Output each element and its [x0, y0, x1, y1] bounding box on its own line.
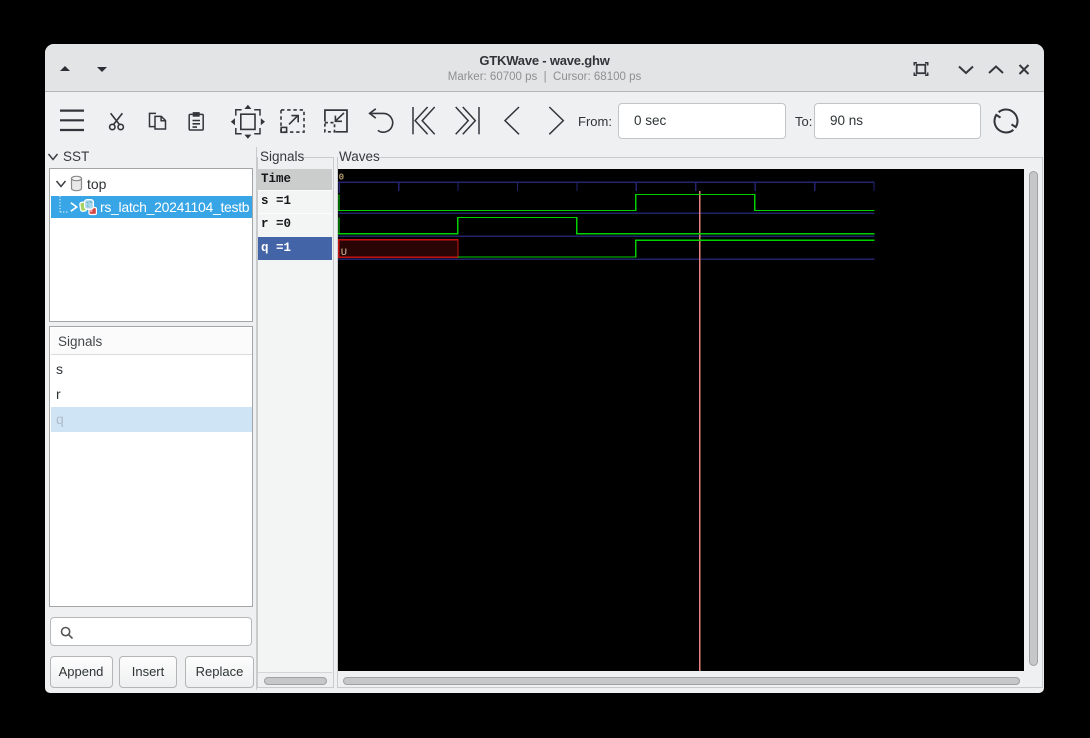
svg-text:U: U [341, 247, 347, 259]
svg-text:0: 0 [339, 172, 345, 183]
